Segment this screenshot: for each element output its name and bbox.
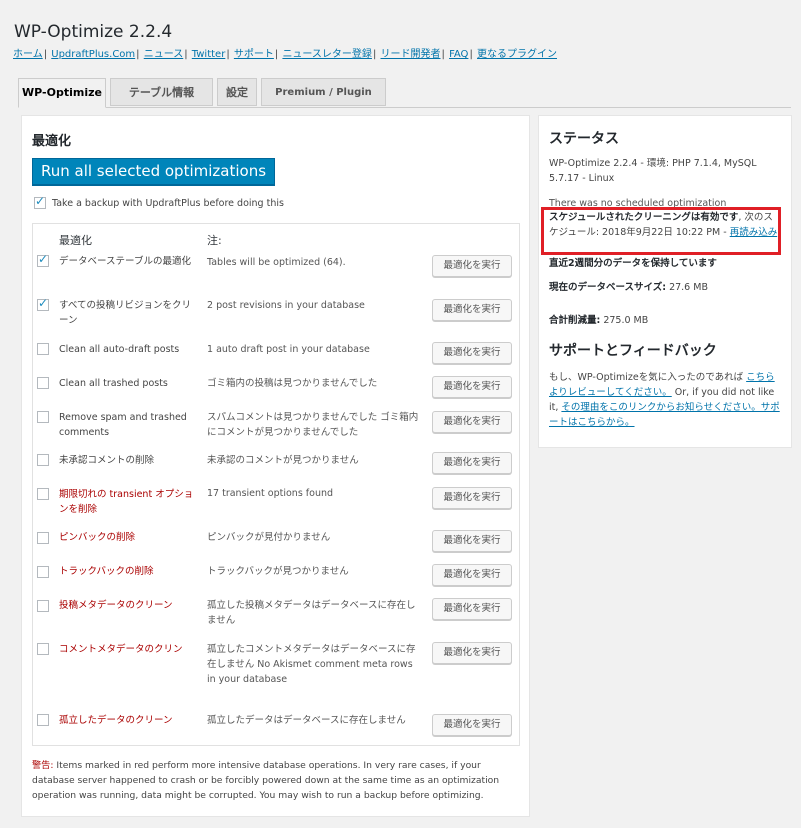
link-twitter[interactable]: Twitter: [192, 49, 226, 60]
version-line: WP-Optimize 2.2.4 - 環境: PHP 7.1.4, MySQL…: [549, 158, 757, 184]
row-name: 孤立したデータのクリーン: [59, 715, 173, 726]
link-home[interactable]: ホーム: [13, 49, 43, 60]
link-more-plugins[interactable]: 更なるプラグイン: [477, 49, 557, 60]
row-name: データベーステーブルの最適化: [59, 256, 191, 267]
run-optimization-button[interactable]: 最適化を実行: [432, 642, 512, 664]
status-panel: ステータス WP-Optimize 2.2.4 - 環境: PHP 7.1.4,…: [538, 115, 792, 448]
row-name: 未承認コメントの削除: [59, 455, 155, 466]
total-saved: 合計削減量: 275.0 MB: [549, 313, 781, 328]
row-note: 17 transient options found: [207, 488, 334, 499]
row-name: 投稿メタデータのクリーン: [59, 600, 173, 611]
status-title: ステータス: [549, 131, 619, 147]
row-checkbox[interactable]: [37, 377, 49, 389]
support-title: サポートとフィードバック: [549, 343, 717, 359]
link-separator: |: [469, 49, 473, 60]
row-note: Tables will be optimized (64).: [207, 257, 346, 268]
link-support[interactable]: サポート: [234, 49, 274, 60]
run-optimization-button[interactable]: 最適化を実行: [432, 564, 512, 586]
run-optimization-button[interactable]: 最適化を実行: [432, 598, 512, 620]
link-separator: |: [441, 49, 445, 60]
section-title: 最適化: [32, 134, 72, 149]
run-all-optimizations-button[interactable]: Run all selected optimizations: [32, 158, 275, 185]
header-links: ホーム| UpdraftPlus.Com| ニュース| Twitter| サポー…: [13, 45, 557, 60]
link-separator: |: [136, 49, 140, 60]
row-note: 孤立した投稿メタデータはデータベースに存在しません: [207, 600, 416, 626]
row-checkbox[interactable]: [37, 252, 49, 267]
tab-premium[interactable]: Premium / Plugin family: [261, 78, 386, 126]
run-optimization-button[interactable]: 最適化を実行: [432, 376, 512, 398]
optimizations-panel: 最適化 Run all selected optimizations Take …: [21, 115, 530, 817]
highlight-box: [541, 207, 781, 255]
link-separator: |: [274, 49, 279, 60]
support-text: もし、WP-Optimizeを気に入ったのであれば こちらよりレビューしてくださ…: [549, 370, 781, 430]
run-optimization-button[interactable]: 最適化を実行: [432, 342, 512, 364]
link-newsletter[interactable]: ニュースレター登録: [282, 49, 372, 60]
db-size: 現在のデータベースサイズ: 27.6 MB: [549, 280, 781, 295]
row-note: トラックバックが見つかりません: [207, 566, 349, 577]
row-name: 期限切れの transient オプションを削除: [59, 489, 194, 515]
link-lead-developer[interactable]: リード開発者: [381, 49, 441, 60]
run-optimization-button[interactable]: 最適化を実行: [432, 255, 512, 277]
backup-checkbox[interactable]: [34, 194, 46, 209]
row-name: すべての投稿リビジョンをクリーン: [59, 300, 191, 326]
total-label: 合計削減量:: [549, 315, 601, 326]
warning-text: 警告: Items marked in red perform more int…: [32, 758, 522, 803]
link-updraftplus[interactable]: UpdraftPlus.Com: [51, 49, 135, 60]
optimizations-table: 最適化 注: データベーステーブルの最適化 Tables will be opt…: [32, 223, 520, 746]
row-name: Remove spam and trashed comments: [59, 412, 187, 438]
row-checkbox[interactable]: [37, 643, 49, 655]
link-faq[interactable]: FAQ: [449, 49, 468, 60]
total-value: 275.0 MB: [603, 315, 649, 326]
warning-label: 警告:: [32, 760, 54, 771]
row-note: スパムコメントは見つかりませんでした ゴミ箱内にコメントが見つかりませんでした: [207, 412, 419, 438]
row-checkbox[interactable]: [37, 532, 49, 544]
tab-table-info[interactable]: テーブル情報: [110, 78, 213, 106]
row-name: Clean all trashed posts: [59, 378, 168, 389]
column-header-optimization: 最適化: [59, 234, 92, 247]
tab-settings[interactable]: 設定: [217, 78, 257, 106]
warning-body: Items marked in red perform more intensi…: [32, 760, 500, 801]
row-note: 1 auto draft post in your database: [207, 344, 370, 355]
run-optimization-button[interactable]: 最適化を実行: [432, 714, 512, 736]
db-size-value: 27.6 MB: [669, 282, 708, 293]
run-optimization-button[interactable]: 最適化を実行: [432, 487, 512, 509]
row-name: ピンバックの削除: [59, 532, 136, 543]
row-name: Clean all auto-draft posts: [59, 344, 180, 355]
row-note: 孤立したデータはデータベースに存在しません: [207, 715, 406, 726]
feedback-link[interactable]: その理由をこのリンクからお知らせください。サポートはこちらから。: [549, 402, 780, 428]
row-checkbox[interactable]: [37, 411, 49, 423]
row-checkbox[interactable]: [37, 296, 49, 311]
row-note: 2 post revisions in your database: [207, 300, 365, 311]
row-checkbox[interactable]: [37, 488, 49, 500]
run-optimization-button[interactable]: 最適化を実行: [432, 530, 512, 552]
row-name: トラックバックの削除: [59, 566, 154, 577]
row-note: ピンバックが見付かりません: [207, 532, 331, 543]
db-size-label: 現在のデータベースサイズ:: [549, 282, 667, 293]
run-optimization-button[interactable]: 最適化を実行: [432, 452, 512, 474]
run-optimization-button[interactable]: 最適化を実行: [432, 411, 512, 433]
row-name: コメントメタデータのクリン: [59, 644, 183, 655]
row-checkbox[interactable]: [37, 454, 49, 466]
retain-bold: 直近2週間分のデータを保持しています: [549, 258, 717, 269]
tab-wp-optimize[interactable]: WP-Optimize: [18, 78, 106, 108]
backup-label: Take a backup with UpdraftPlus before do…: [52, 198, 284, 209]
link-separator: |: [184, 49, 188, 60]
row-checkbox[interactable]: [37, 714, 49, 726]
page-title: WP-Optimize 2.2.4: [14, 22, 173, 43]
column-header-notes: 注:: [207, 234, 222, 247]
run-optimization-button[interactable]: 最適化を実行: [432, 299, 512, 321]
row-note: ゴミ箱内の投稿は見つかりませんでした: [207, 378, 378, 389]
link-separator: |: [226, 49, 230, 60]
row-note: 孤立したコメントメタデータはデータベースに存在しません No Akismet c…: [207, 644, 416, 685]
row-checkbox[interactable]: [37, 566, 49, 578]
row-note: 未承認のコメントが見つかりません: [207, 455, 359, 466]
row-checkbox[interactable]: [37, 343, 49, 355]
support-text-1: もし、WP-Optimizeを気に入ったのであれば: [549, 372, 747, 383]
retain-text: 直近2週間分のデータを保持しています: [549, 256, 781, 271]
link-separator: |: [43, 49, 48, 60]
tabs-divider: [18, 107, 791, 108]
link-news[interactable]: ニュース: [144, 49, 184, 60]
link-separator: |: [372, 49, 377, 60]
row-checkbox[interactable]: [37, 600, 49, 612]
